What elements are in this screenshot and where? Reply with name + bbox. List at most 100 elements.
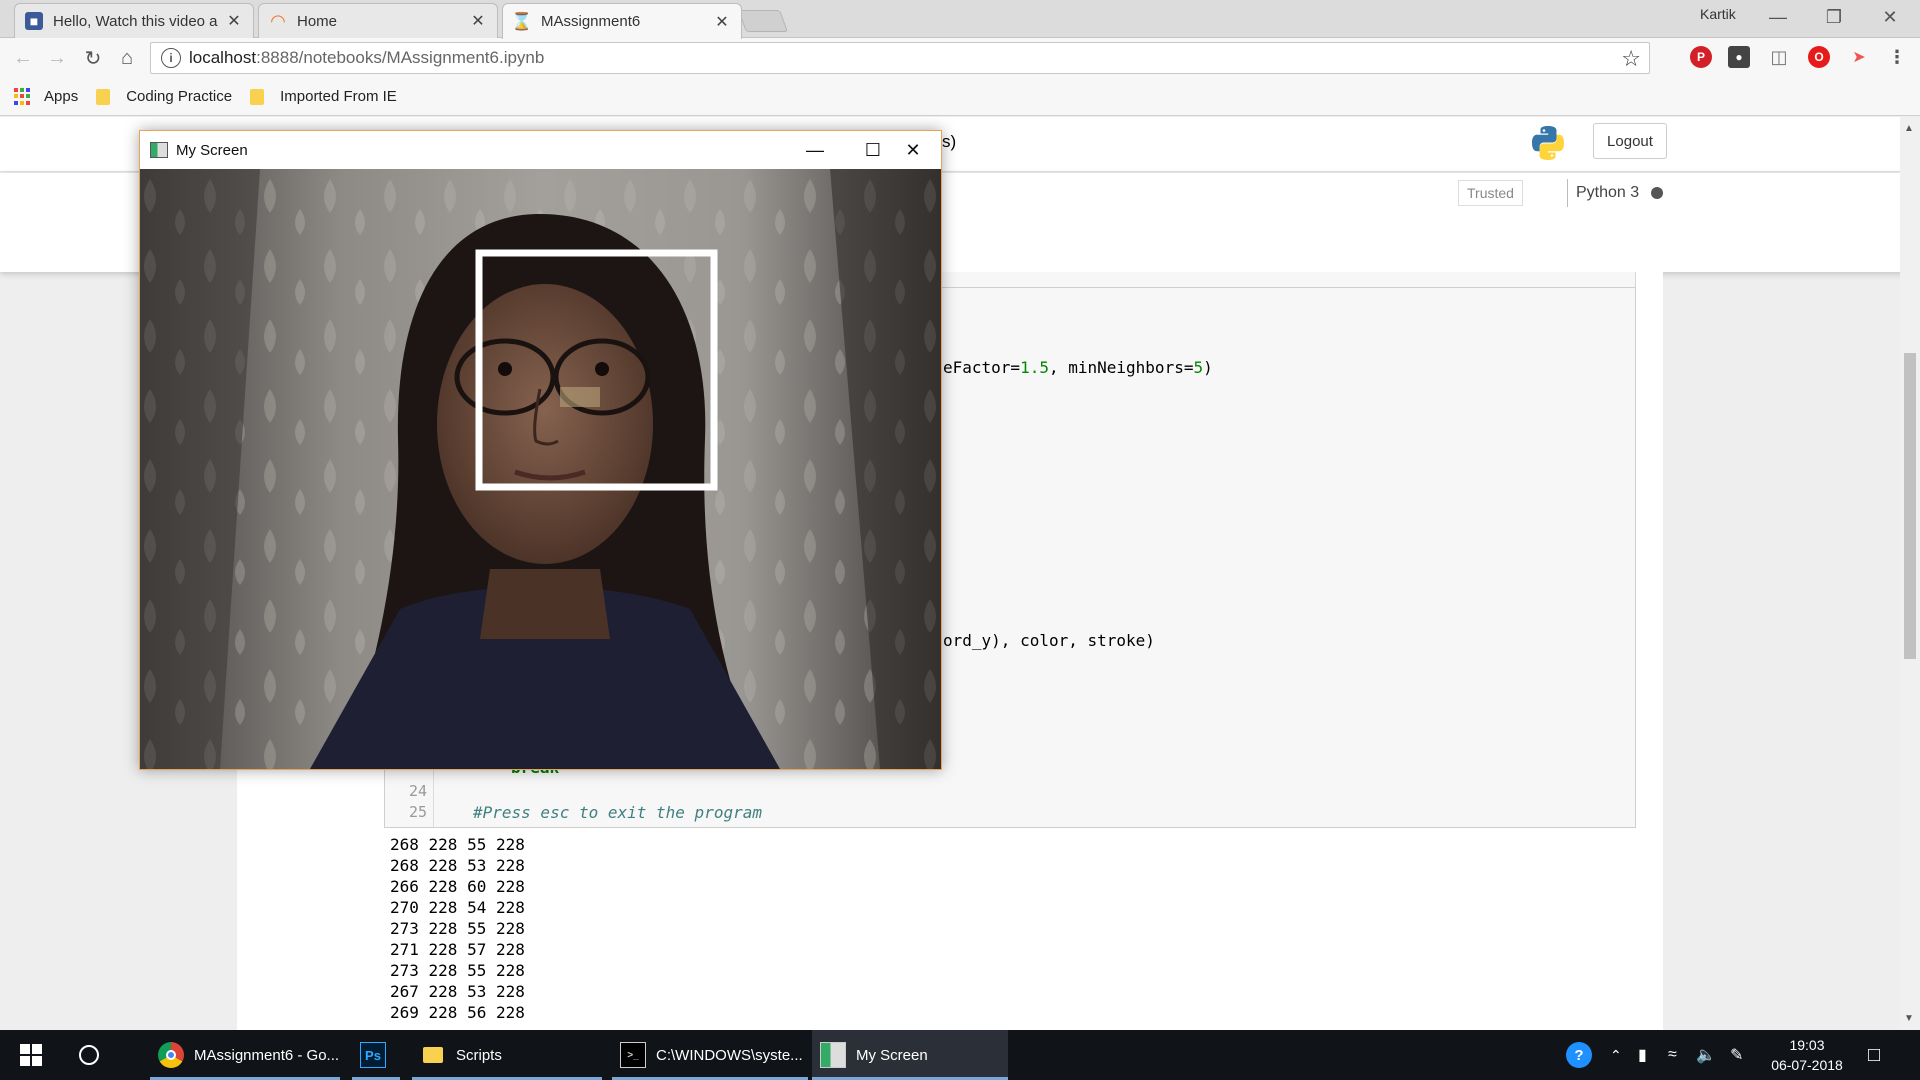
folder-icon bbox=[96, 88, 111, 105]
pinterest-icon[interactable]: P bbox=[1690, 46, 1712, 68]
kernel-indicator[interactable]: Python 3 bbox=[1567, 179, 1664, 207]
notifications-icon[interactable]: □ bbox=[1868, 1030, 1880, 1080]
minimize-icon[interactable]: — bbox=[1750, 2, 1806, 32]
hourglass-icon: ⌛ bbox=[511, 11, 533, 31]
reload-icon[interactable]: ↻ bbox=[80, 45, 106, 71]
tab-title: MAssignment6 bbox=[541, 13, 641, 30]
extension-icon[interactable]: ● bbox=[1728, 46, 1750, 68]
close-icon[interactable]: ✕ bbox=[469, 11, 487, 31]
page-scrollbar[interactable]: ▲ ▼ bbox=[1900, 117, 1920, 1030]
taskbar-item-my-screen[interactable]: My Screen bbox=[812, 1030, 1008, 1080]
output-row: 271 228 57 228 bbox=[390, 940, 525, 959]
volume-icon[interactable]: 🔈 bbox=[1696, 1030, 1716, 1080]
bookmark-apps[interactable]: Apps bbox=[14, 87, 79, 106]
opencv-window-icon bbox=[820, 1042, 846, 1068]
kernel-name: Python 3 bbox=[1576, 184, 1640, 201]
clock-time: 19:03 bbox=[1789, 1037, 1825, 1053]
home-icon[interactable]: ⌂ bbox=[114, 45, 140, 71]
taskbar-label: MAssignment6 - Go... bbox=[194, 1046, 340, 1064]
output-row: 268 228 53 228 bbox=[390, 856, 525, 875]
profile-name[interactable]: Kartik bbox=[1700, 6, 1736, 22]
output-row: 270 228 54 228 bbox=[390, 898, 525, 917]
close-icon[interactable]: ✕ bbox=[1862, 2, 1918, 32]
tab-hello-video[interactable]: ■ Hello, Watch this video a ✕ bbox=[14, 3, 254, 38]
scroll-down-icon[interactable]: ▼ bbox=[1904, 1013, 1914, 1024]
folder-icon bbox=[250, 88, 265, 105]
code-line: eFactor=1.5, minNeighbors=5) bbox=[943, 358, 1213, 377]
webcam-frame bbox=[140, 169, 941, 769]
bookmark-imported-from-ie[interactable]: Imported From IE bbox=[250, 88, 397, 105]
system-clock[interactable]: 19:03 06-07-2018 bbox=[1752, 1035, 1862, 1075]
output-row: 269 228 56 228 bbox=[390, 1003, 525, 1022]
address-bar[interactable]: i localhost:8888/notebooks/MAssignment6.… bbox=[150, 42, 1650, 74]
windows-logo-icon bbox=[20, 1044, 42, 1066]
kernel-status-icon bbox=[1651, 187, 1664, 199]
contact-icon: ■ bbox=[25, 12, 43, 30]
taskbar-item-scripts[interactable]: Scripts bbox=[412, 1030, 602, 1080]
bookmark-label: Imported From IE bbox=[280, 88, 397, 105]
logout-button[interactable]: Logout bbox=[1593, 123, 1667, 159]
info-icon[interactable]: i bbox=[161, 48, 181, 68]
taskbar-item-photoshop[interactable]: Ps bbox=[352, 1030, 400, 1080]
bookmarks-bar: Apps Coding Practice Imported From IE bbox=[0, 78, 1920, 116]
output-row: 266 228 60 228 bbox=[390, 877, 525, 896]
minimize-icon[interactable]: — bbox=[786, 131, 844, 169]
apps-grid-icon bbox=[14, 87, 32, 106]
new-tab-button[interactable] bbox=[737, 10, 789, 32]
trusted-indicator[interactable]: Trusted bbox=[1458, 180, 1523, 206]
help-icon[interactable]: ? bbox=[1566, 1030, 1592, 1080]
browser-tab-strip: ■ Hello, Watch this video a ✕ ◠ Home ✕ ⌛… bbox=[0, 0, 1920, 39]
code-text: ) bbox=[1203, 358, 1213, 377]
cast-icon[interactable]: ➤ bbox=[1848, 46, 1870, 68]
opencv-window[interactable]: My Screen — ☐ ✕ bbox=[139, 130, 942, 770]
back-icon[interactable]: ← bbox=[10, 45, 36, 71]
close-icon[interactable]: ✕ bbox=[225, 11, 243, 31]
tab-home[interactable]: ◠ Home ✕ bbox=[258, 3, 498, 38]
tab-title: Hello, Watch this video a bbox=[53, 12, 218, 30]
person-face bbox=[437, 284, 653, 564]
chevron-up-icon[interactable]: ⌃ bbox=[1610, 1030, 1622, 1080]
window-title: My Screen bbox=[176, 141, 248, 159]
scroll-thumb[interactable] bbox=[1904, 353, 1916, 659]
close-icon[interactable]: ✕ bbox=[713, 12, 731, 32]
taskbar-label: My Screen bbox=[856, 1046, 928, 1064]
taskbar-item-chrome[interactable]: MAssignment6 - Go... bbox=[150, 1030, 340, 1080]
opera-icon[interactable]: O bbox=[1808, 46, 1830, 68]
cortana-button[interactable] bbox=[74, 1030, 104, 1080]
url-text[interactable]: localhost:8888/notebooks/MAssignment6.ip… bbox=[189, 48, 544, 68]
window-app-icon bbox=[150, 142, 168, 158]
pen-icon[interactable]: ✎ bbox=[1730, 1030, 1743, 1080]
output-row: 267 228 53 228 bbox=[390, 982, 525, 1001]
notebook-title-fragment[interactable]: s) bbox=[942, 132, 956, 152]
clock-date: 06-07-2018 bbox=[1771, 1057, 1843, 1073]
output-row: 273 228 55 228 bbox=[390, 919, 525, 938]
wifi-icon[interactable]: ≈ bbox=[1668, 1030, 1677, 1080]
output-row: 268 228 55 228 bbox=[390, 835, 525, 854]
battery-icon[interactable]: ▮ bbox=[1638, 1030, 1647, 1080]
code-number: 5 bbox=[1193, 358, 1204, 377]
url-path: :8888/notebooks/MAssignment6.ipynb bbox=[256, 48, 545, 67]
camera-icon[interactable]: ◫ bbox=[1768, 46, 1790, 68]
close-icon[interactable]: ✕ bbox=[884, 131, 942, 169]
windows-taskbar: MAssignment6 - Go... Ps Scripts >_ C:\WI… bbox=[0, 1030, 1920, 1080]
tab-title: Home bbox=[297, 12, 338, 30]
scroll-up-icon[interactable]: ▲ bbox=[1904, 123, 1914, 134]
bookmark-label: Coding Practice bbox=[126, 88, 233, 105]
bookmark-coding-practice[interactable]: Coding Practice bbox=[96, 88, 232, 105]
menu-icon[interactable]: ⋮ bbox=[1886, 46, 1908, 68]
code-text: , minNeighbors= bbox=[1048, 358, 1194, 377]
bookmark-star-icon[interactable]: ☆ bbox=[1621, 46, 1641, 72]
restore-icon[interactable]: ❐ bbox=[1806, 2, 1862, 32]
code-line: ord_y), color, stroke) bbox=[943, 631, 1155, 650]
jupyter-icon: ◠ bbox=[270, 10, 286, 31]
output-row: 273 228 55 228 bbox=[390, 961, 525, 980]
start-button[interactable] bbox=[16, 1030, 46, 1080]
bookmark-label: Apps bbox=[44, 88, 79, 105]
cmd-icon: >_ bbox=[620, 1042, 646, 1068]
forward-icon[interactable]: → bbox=[44, 45, 70, 71]
taskbar-item-cmd[interactable]: >_ C:\WINDOWS\syste... bbox=[612, 1030, 808, 1080]
line-number: 24 bbox=[408, 782, 427, 800]
tab-massignment6[interactable]: ⌛ MAssignment6 ✕ bbox=[502, 3, 742, 39]
code-text: eFactor= bbox=[943, 358, 1021, 377]
taskbar-label: Scripts bbox=[456, 1046, 502, 1064]
